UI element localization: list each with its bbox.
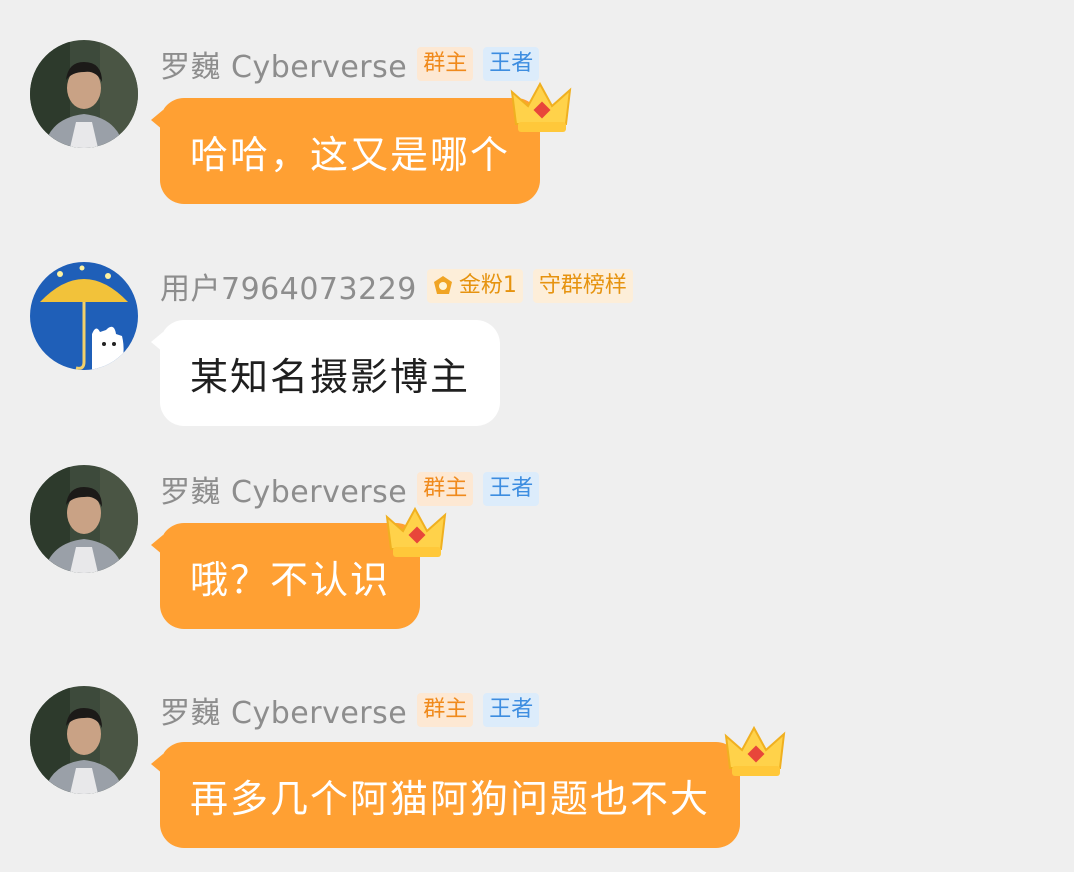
message-bubble[interactable]: 某知名摄影博主 [151,320,501,426]
owner-badge: 群主 [417,472,474,506]
message-header: 罗巍 Cyberverse 群主 王者 [160,42,540,86]
king-badge: 王者 [483,693,540,727]
owner-badge: 群主 [417,47,474,81]
king-badge: 王者 [483,47,540,81]
message-header: 罗巍 Cyberverse 群主 王者 [160,467,540,511]
bubble-tail [151,754,163,774]
avatar[interactable] [30,465,138,573]
message-header: 罗巍 Cyberverse 群主 王者 [160,688,540,732]
avatar[interactable] [30,40,138,148]
message-text: 哈哈，这又是哪个 [190,132,511,177]
message-bubble[interactable]: 哈哈，这又是哪个 [151,98,541,204]
owner-badge: 群主 [417,693,474,727]
message-text: 哦？不认识 [190,557,391,602]
king-badge: 王者 [483,472,540,506]
fan-badge: 金粉1 [426,269,523,303]
message-header: 用户7964073229 金粉1 守群榜样 [160,264,633,308]
bubble-tail [151,332,163,352]
guard-badge: 守群榜样 [532,269,633,303]
fan-badge-label: 金粉1 [458,273,517,298]
message-bubble[interactable]: 哦？不认识 [151,523,421,629]
sender-name[interactable]: 罗巍 Cyberverse [160,467,407,511]
bubble-tail [151,110,163,130]
crown-icon [510,81,572,132]
bubble-tail [151,535,163,555]
fan-medal-icon [433,276,452,294]
avatar[interactable] [30,262,138,370]
message-bubble[interactable]: 再多几个阿猫阿狗问题也不大 [151,742,741,848]
avatar[interactable] [30,686,138,794]
message-text: 再多几个阿猫阿狗问题也不大 [190,776,711,821]
sender-name[interactable]: 用户7964073229 [160,264,417,308]
crown-icon [724,725,786,776]
crown-icon [385,506,447,557]
sender-name[interactable]: 罗巍 Cyberverse [160,42,407,86]
message-text: 某知名摄影博主 [190,354,471,399]
sender-name[interactable]: 罗巍 Cyberverse [160,688,407,732]
